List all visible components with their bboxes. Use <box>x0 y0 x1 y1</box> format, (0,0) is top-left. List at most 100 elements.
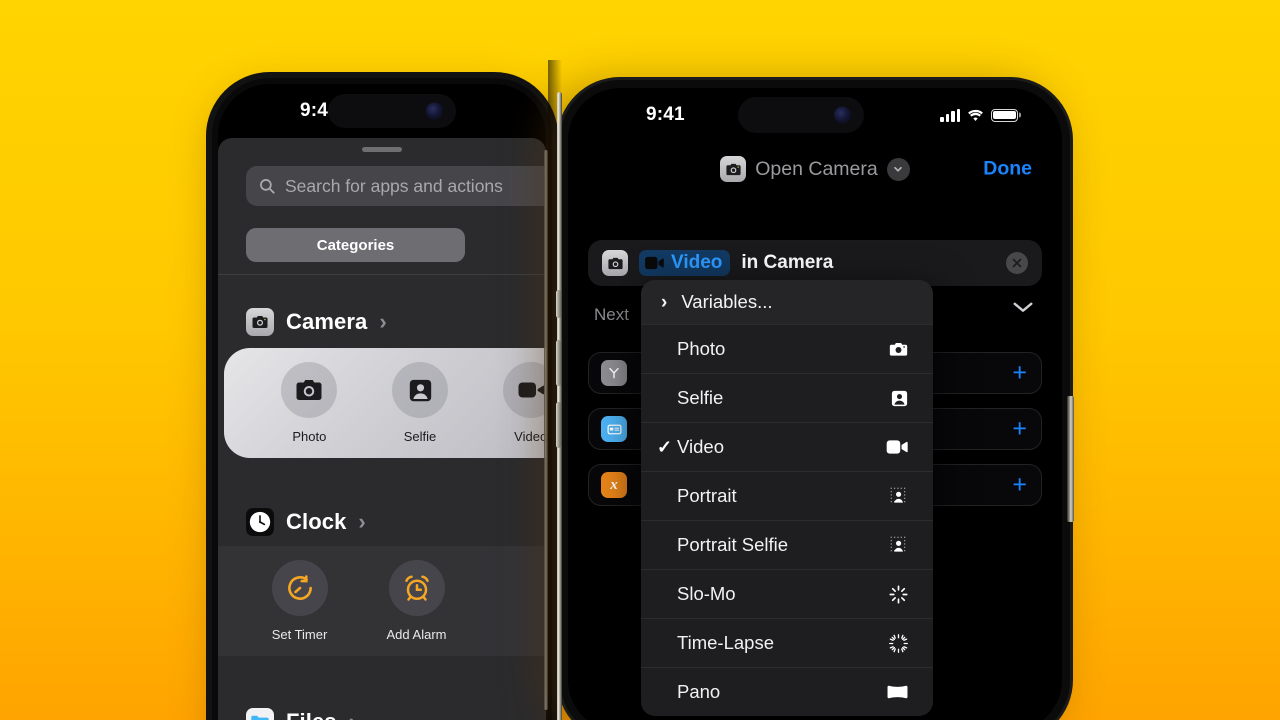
video-camera-icon-bubble <box>502 362 546 418</box>
sheet-divider <box>218 274 546 275</box>
menu-item-photo[interactable]: Photo <box>641 324 933 373</box>
sheet-grabber[interactable] <box>362 147 402 152</box>
action-photo[interactable]: Photo <box>254 362 365 444</box>
menu-item-slo-mo[interactable]: Slo-Mo <box>641 569 933 618</box>
action-label: Video <box>514 429 546 444</box>
right-nav-bar: Open Camera Done <box>568 142 1062 196</box>
categories-button[interactable]: Categories <box>246 228 465 262</box>
wifi-icon <box>967 109 984 122</box>
menu-item-label: Photo <box>677 338 726 359</box>
time-lapse-icon <box>879 633 909 654</box>
menu-item-label: Slo-Mo <box>677 583 736 604</box>
left-action-sheet: Search for apps and actions Categories C… <box>218 138 546 720</box>
menu-item-label: Portrait <box>677 485 737 506</box>
action-selfie[interactable]: Selfie <box>365 362 476 444</box>
left-phone-screen: 9:41 Search for apps and actions Categor… <box>218 84 546 720</box>
action-label: Photo <box>292 429 327 444</box>
action-video[interactable]: Video <box>475 362 546 444</box>
person-portrait-icon-bubble <box>392 362 448 418</box>
dynamic-island <box>738 97 864 133</box>
menu-item-label: Video <box>677 436 724 457</box>
slo-mo-icon <box>879 584 909 605</box>
card-blue-icon <box>601 416 627 442</box>
section-header-camera[interactable]: Camera › <box>246 308 387 336</box>
menu-item-portrait[interactable]: Portrait <box>641 471 933 520</box>
alarm-clock-icon-bubble <box>388 560 445 616</box>
action-set-timer[interactable]: Set Timer <box>241 560 358 642</box>
next-label: Next <box>594 305 629 324</box>
shortcut-title-button[interactable]: Open Camera <box>720 156 910 182</box>
menu-item-variables[interactable]: › Variables... <box>641 280 933 324</box>
menu-item-selfie[interactable]: Selfie <box>641 373 933 422</box>
camera-mode-context-menu: › Variables... Photo Selfie ✓ Video Port… <box>641 280 933 716</box>
action-label: Add Alarm <box>386 627 447 642</box>
video-camera-icon <box>879 439 909 455</box>
right-phone-device: 9:41 Open Camera Done Video in Camera Ne… <box>560 80 1070 720</box>
token-label: Video <box>671 252 723 273</box>
menu-item-label: Selfie <box>677 387 724 408</box>
camera-app-icon <box>246 308 274 336</box>
timer-icon-bubble <box>271 560 328 616</box>
volume-up-button[interactable] <box>556 340 561 386</box>
chevron-right-icon: › <box>661 291 668 313</box>
checkmark-icon: ✓ <box>657 436 673 457</box>
chevron-right-icon: › <box>379 309 387 334</box>
silent-switch[interactable] <box>556 290 561 318</box>
right-status-time: 9:41 <box>646 104 685 125</box>
action-label: Selfie <box>403 429 437 444</box>
add-action-button[interactable]: + <box>1012 472 1027 498</box>
section-header-files[interactable]: Files › <box>246 708 356 720</box>
left-phone-device: 9:41 Search for apps and actions Categor… <box>212 78 552 720</box>
portrait-selfie-depth-icon <box>879 535 909 555</box>
clear-circle-icon[interactable] <box>1006 252 1028 274</box>
panorama-icon <box>879 684 909 700</box>
action-label: Set Timer <box>271 627 328 642</box>
menu-item-label: Pano <box>677 681 721 702</box>
front-camera-lens-icon <box>834 106 851 124</box>
left-status-bar: 9:41 <box>218 84 546 138</box>
search-icon <box>258 177 276 195</box>
power-button[interactable] <box>1067 396 1074 522</box>
signal-bars-icon <box>940 108 960 122</box>
action-add-alarm[interactable]: Add Alarm <box>358 560 475 642</box>
status-indicators <box>940 108 1018 122</box>
add-action-button[interactable]: + <box>1012 416 1027 442</box>
chevron-right-icon: › <box>358 509 366 534</box>
dynamic-island <box>328 94 456 128</box>
section-app-name: Files <box>286 709 337 720</box>
section-header-clock[interactable]: Clock › <box>246 508 366 536</box>
portrait-depth-icon <box>879 486 909 506</box>
right-phone-screen: 9:41 Open Camera Done Video in Camera Ne… <box>568 88 1062 720</box>
shortcuts-y-icon <box>601 360 627 386</box>
files-app-icon <box>246 708 274 720</box>
camera-app-icon <box>602 250 628 276</box>
video-camera-icon <box>645 256 665 270</box>
done-button[interactable]: Done <box>983 158 1032 181</box>
x-orange-icon: x <box>601 472 627 498</box>
front-camera-lens-icon <box>426 102 443 120</box>
menu-item-label: Portrait Selfie <box>677 534 789 555</box>
section-app-name: Clock <box>286 509 347 534</box>
chevron-right-icon: › <box>349 711 356 720</box>
categories-label: Categories <box>316 236 395 254</box>
volume-down-button[interactable] <box>556 402 561 448</box>
battery-icon <box>991 108 1018 122</box>
chevron-down-icon[interactable] <box>886 157 910 181</box>
shortcut-title: Open Camera <box>755 157 878 180</box>
menu-item-label: Time-Lapse <box>677 632 774 653</box>
clock-app-icon <box>246 508 274 536</box>
menu-item-portrait-selfie[interactable]: Portrait Selfie <box>641 520 933 569</box>
right-status-bar: 9:41 <box>568 88 1062 142</box>
menu-item-time-lapse[interactable]: Time-Lapse <box>641 618 933 667</box>
section-app-name: Camera <box>286 309 368 334</box>
action-suffix-text: in Camera <box>741 252 834 273</box>
menu-item-pano[interactable]: Pano <box>641 667 933 716</box>
camera-app-icon <box>720 156 747 182</box>
menu-item-video[interactable]: ✓ Video <box>641 422 933 471</box>
collapse-chevron-down-icon[interactable] <box>1012 300 1034 314</box>
add-action-button[interactable]: + <box>1012 360 1027 386</box>
video-parameter-token[interactable]: Video <box>639 250 731 276</box>
person-portrait-icon <box>879 389 909 408</box>
search-placeholder: Search for apps and actions <box>285 175 503 196</box>
search-input[interactable]: Search for apps and actions <box>246 166 546 206</box>
